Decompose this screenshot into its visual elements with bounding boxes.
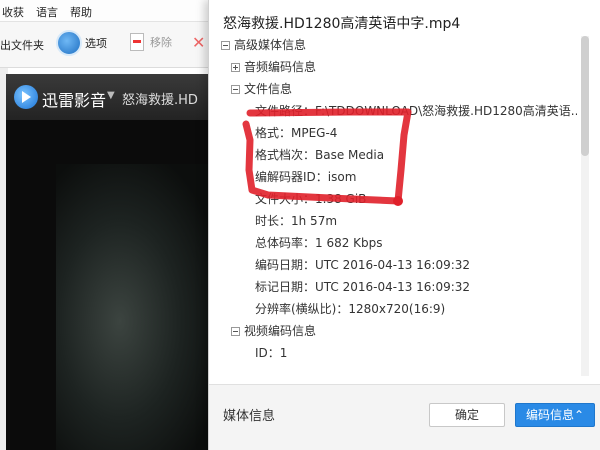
tree-node-video[interactable]: 视频编码信息 — [231, 320, 316, 342]
resolution-row: 分辨率(横纵比)：1280x720(16:9) — [255, 302, 446, 316]
scrollbar[interactable] — [581, 36, 589, 376]
encoded-date-row: 编码日期：UTC 2016-04-13 16:09:32 — [255, 258, 471, 272]
remove-label: 移除 — [150, 36, 172, 49]
ok-button[interactable]: 确定 — [429, 403, 505, 427]
file-size-row: 文件大小：1.38 GiB — [255, 192, 367, 206]
menu-bar: 收获 语言 帮助 — [0, 0, 215, 22]
format-profile-row: 格式档次：Base Media — [255, 148, 385, 162]
collapse-icon[interactable] — [221, 41, 230, 50]
video-frame[interactable] — [56, 164, 215, 450]
player-titlebar: 迅雷影音 ▼ 怒海救援.HD — [6, 74, 215, 120]
toolbar: 出文件夹 选项 移除 ✕ — [0, 22, 215, 68]
file-path-row: 文件路径：F:\TDDOWNLOAD\怒海救援.HD1280高清英语... — [255, 104, 577, 118]
remove-button[interactable]: 移除 — [130, 33, 172, 51]
player-logo-icon — [14, 85, 38, 109]
tree-node-label: 高级媒体信息 — [234, 38, 307, 52]
tree-node-root[interactable]: 高级媒体信息 — [221, 34, 306, 56]
export-folder-label: 出文件夹 — [0, 39, 44, 52]
format-row: 格式：MPEG-4 — [255, 126, 338, 140]
dialog-footer: 媒体信息 确定 编码信息⌃ — [209, 384, 600, 450]
scrollbar-thumb[interactable] — [581, 36, 589, 156]
close-icon: ✕ — [192, 33, 206, 52]
video-id-row: ID：1 — [255, 346, 288, 360]
dialog-title: 怒海救援.HD1280高清英语中字.mp4 — [223, 16, 461, 32]
collapse-icon[interactable] — [231, 85, 240, 94]
codec-id-row: 编解码器ID：isom — [255, 170, 357, 184]
options-label: 选项 — [85, 37, 107, 50]
player-title: 怒海救援.HD — [122, 93, 198, 108]
video-player-window: 迅雷影音 ▼ 怒海救援.HD — [6, 74, 215, 450]
duration-row: 时长：1h 57m — [255, 214, 338, 228]
codec-info-button[interactable]: 编码信息⌃ — [515, 403, 595, 427]
options-button[interactable]: 选项 — [56, 30, 107, 56]
tree-node-label: 音频编码信息 — [244, 60, 317, 74]
collapse-icon[interactable] — [231, 327, 240, 336]
remove-file-icon — [130, 33, 144, 51]
tree-node-label: 文件信息 — [244, 82, 293, 96]
footer-label: 媒体信息 — [223, 409, 276, 424]
export-folder-button[interactable]: 出文件夹 — [0, 37, 44, 53]
media-info-tree: 高级媒体信息 音频编码信息 文件信息 文件路径：F:\TDDOWNLOAD\怒海… — [209, 34, 600, 384]
tree-node-label: 视频编码信息 — [244, 324, 317, 338]
menu-item-harvest[interactable]: 收获 — [2, 4, 24, 20]
delete-button[interactable]: ✕ — [192, 35, 208, 51]
menu-item-language[interactable]: 语言 — [36, 4, 58, 20]
chevron-down-icon[interactable]: ▼ — [107, 90, 115, 101]
overall-bitrate-row: 总体码率：1 682 Kbps — [255, 236, 383, 250]
options-icon — [56, 30, 82, 56]
menu-item-help[interactable]: 帮助 — [70, 4, 92, 20]
media-info-dialog: 怒海救援.HD1280高清英语中字.mp4 高级媒体信息 音频编码信息 文件信息… — [208, 0, 600, 450]
tree-node-file-info[interactable]: 文件信息 — [231, 78, 292, 100]
tree-node-audio[interactable]: 音频编码信息 — [231, 56, 316, 78]
expand-icon[interactable] — [231, 63, 240, 72]
tagged-date-row: 标记日期：UTC 2016-04-13 16:09:32 — [255, 280, 471, 294]
player-brand: 迅雷影音 — [42, 91, 107, 110]
